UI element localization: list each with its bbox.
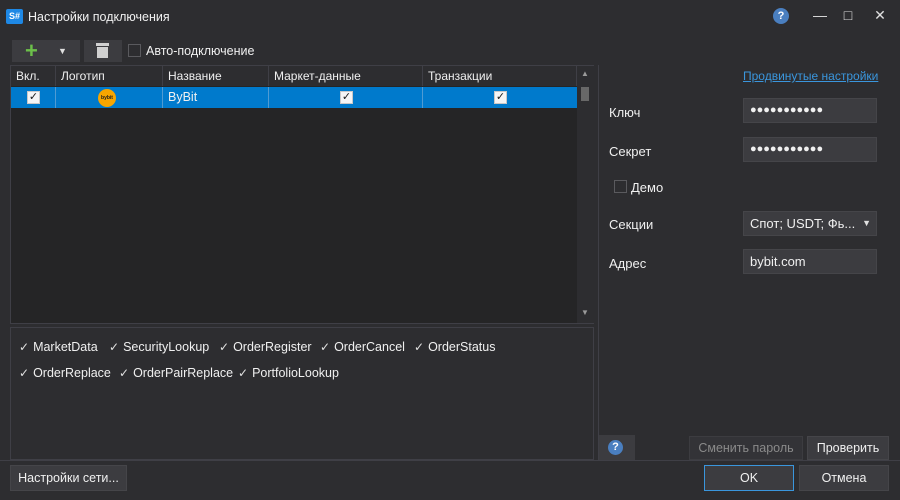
advanced-settings-link[interactable]: Продвинутые настройки bbox=[743, 69, 878, 83]
grid-header: Вкл. Логотип Название Маркет-данные Тран… bbox=[11, 66, 577, 86]
column-header-enabled[interactable]: Вкл. bbox=[11, 66, 56, 86]
chevron-down-icon: ▼ bbox=[862, 218, 871, 228]
trash-icon bbox=[96, 43, 109, 58]
check-icon: ✓ bbox=[320, 340, 331, 354]
sections-select[interactable]: Спот; USDT; Фь... ▼ bbox=[743, 211, 877, 236]
check-icon: ✓ bbox=[119, 366, 130, 380]
scroll-thumb[interactable] bbox=[581, 87, 589, 101]
column-header-logo[interactable]: Логотип bbox=[56, 66, 163, 86]
delete-connection-button[interactable] bbox=[84, 40, 122, 62]
change-password-button[interactable]: Сменить пароль bbox=[689, 436, 803, 460]
help-icon: ? bbox=[608, 440, 623, 455]
check-button[interactable]: Проверить bbox=[807, 436, 889, 460]
check-icon: ✓ bbox=[19, 366, 30, 380]
capability-item: ✓ OrderStatus bbox=[414, 340, 496, 354]
sections-label: Секции bbox=[609, 217, 654, 232]
minimize-button[interactable]: — bbox=[809, 5, 831, 25]
ok-button[interactable]: OK bbox=[704, 465, 794, 491]
table-row[interactable]: ✓ bybit ByBit ✓ ✓ bbox=[11, 87, 577, 108]
grid-scrollbar[interactable]: ▲ ▼ bbox=[577, 66, 594, 323]
capability-item: ✓ OrderCancel bbox=[320, 340, 405, 354]
check-icon: ✓ bbox=[414, 340, 425, 354]
capabilities-panel: ✓ MarketData ✓ SecurityLookup ✓ OrderRegist… bbox=[10, 327, 594, 460]
demo-checkbox[interactable] bbox=[614, 180, 627, 193]
demo-label: Демо bbox=[631, 180, 664, 195]
check-icon: ✓ bbox=[19, 340, 30, 354]
check-icon: ✓ bbox=[219, 340, 230, 354]
add-connection-button[interactable]: + ▼ bbox=[12, 38, 80, 63]
close-button[interactable]: ✕ bbox=[869, 5, 891, 25]
scroll-up-icon[interactable]: ▲ bbox=[581, 69, 589, 78]
column-header-market-data[interactable]: Маркет-данные bbox=[269, 66, 423, 86]
row-market-data-checkbox[interactable]: ✓ bbox=[340, 91, 353, 104]
scroll-down-icon[interactable]: ▼ bbox=[581, 308, 589, 317]
capability-item: ✓ MarketData bbox=[19, 340, 98, 354]
capability-item: ✓ PortfolioLookup bbox=[238, 366, 339, 380]
address-label: Адрес bbox=[609, 256, 647, 271]
connections-grid[interactable]: Вкл. Логотип Название Маркет-данные Тран… bbox=[10, 65, 594, 324]
chevron-down-icon[interactable]: ▼ bbox=[58, 43, 67, 59]
help-button[interactable]: ? bbox=[599, 435, 635, 460]
check-icon: ✓ bbox=[238, 366, 249, 380]
key-label: Ключ bbox=[609, 105, 641, 120]
row-transactions-checkbox[interactable]: ✓ bbox=[494, 91, 507, 104]
capability-item: ✓ OrderRegister bbox=[219, 340, 312, 354]
check-icon: ✓ bbox=[109, 340, 120, 354]
footer-divider bbox=[0, 460, 900, 461]
secret-field[interactable]: ●●●●●●●●●●● bbox=[743, 137, 877, 162]
column-header-name[interactable]: Название bbox=[163, 66, 269, 86]
help-icon[interactable]: ? bbox=[773, 8, 789, 24]
window-title: Настройки подключения bbox=[28, 10, 170, 24]
maximize-button[interactable]: □ bbox=[837, 5, 859, 25]
title-bar: S# Настройки подключения ? — □ ✕ bbox=[0, 0, 900, 34]
sections-value: Спот; USDT; Фь... bbox=[750, 216, 856, 231]
capability-item: ✓ OrderReplace bbox=[19, 366, 111, 380]
capability-item: ✓ OrderPairReplace bbox=[119, 366, 234, 380]
cancel-button[interactable]: Отмена bbox=[799, 465, 889, 491]
column-header-transactions[interactable]: Транзакции bbox=[423, 66, 577, 86]
auto-connect-checkbox[interactable] bbox=[128, 44, 141, 57]
capability-item: ✓ SecurityLookup bbox=[109, 340, 210, 354]
secret-label: Секрет bbox=[609, 144, 652, 159]
row-name: ByBit bbox=[163, 87, 269, 108]
auto-connect-label: Авто-подключение bbox=[146, 44, 255, 58]
row-enabled-checkbox[interactable]: ✓ bbox=[27, 91, 40, 104]
network-settings-button[interactable]: Настройки сети... bbox=[10, 465, 127, 491]
bybit-logo-icon: bybit bbox=[98, 89, 116, 107]
key-field[interactable]: ●●●●●●●●●●● bbox=[743, 98, 877, 123]
app-logo-icon: S# bbox=[6, 9, 23, 24]
address-field[interactable]: bybit.com bbox=[743, 249, 877, 274]
plus-icon: + bbox=[25, 38, 38, 63]
